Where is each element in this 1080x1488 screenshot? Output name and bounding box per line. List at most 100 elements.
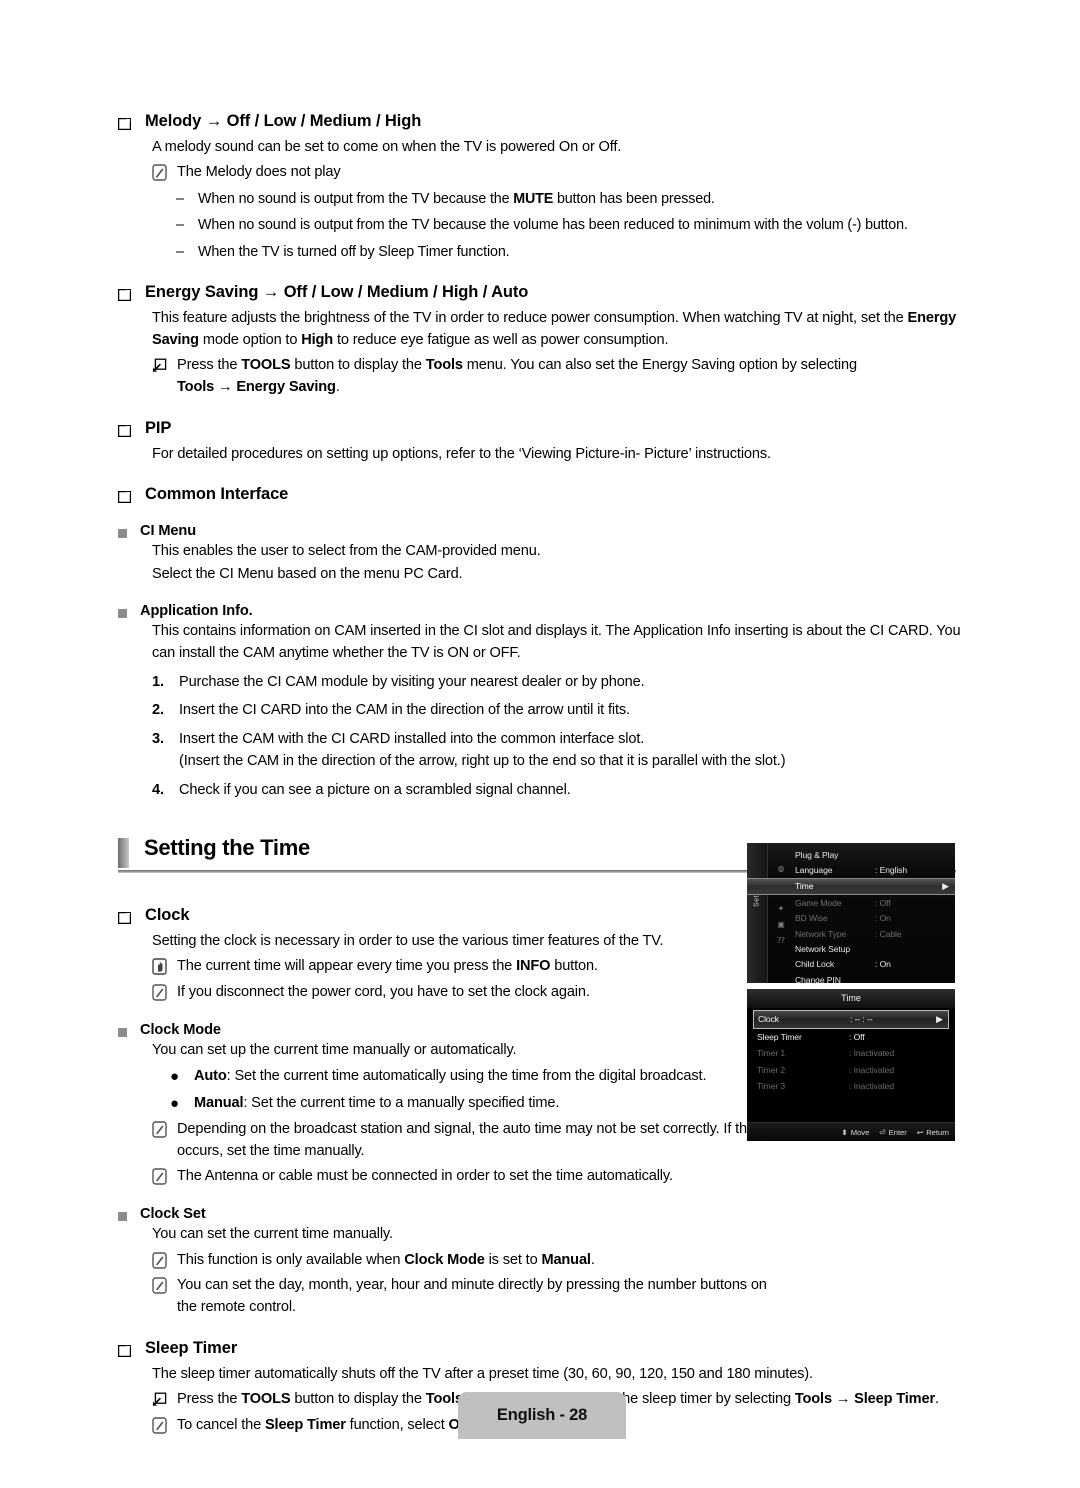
checkbox-bullet-icon — [118, 491, 131, 504]
checkbox-bullet-icon — [118, 289, 131, 302]
enter-key-icon: ⏎ — [879, 1127, 886, 1137]
manual-page: Melody → Off / Low / Medium / High A mel… — [0, 0, 1080, 1488]
osd-row-label: Language — [795, 865, 833, 876]
osd-row-time[interactable]: Time ▶ — [747, 877, 955, 896]
osd-time-rows: Clock : -- : -- ▶ Sleep Timer : Off Time… — [753, 1010, 949, 1095]
osd-time-row-sleep-timer[interactable]: Sleep Timer : Off — [753, 1029, 949, 1046]
heading-pip-label: PIP — [145, 419, 172, 438]
osd-row-label: Child Lock — [795, 959, 835, 970]
heading-clock-label: Clock — [145, 906, 190, 924]
chevron-right-icon: ▶ — [942, 880, 949, 891]
subheading-ci-menu-label: CI Menu — [140, 522, 197, 539]
energy-saving-body: This feature adjusts the brightness of t… — [152, 309, 957, 349]
heading-common-interface: Common Interface — [118, 485, 963, 505]
osd-row-bd-wise[interactable]: BD Wise : On — [795, 911, 951, 926]
ci-menu-line-2: Select the CI Menu based on the menu PC … — [152, 566, 463, 583]
osd-row-game-mode[interactable]: Game Mode : Off — [795, 895, 951, 910]
note-icon — [152, 1121, 167, 1138]
clock-set-intro: You can set the current time manually. — [152, 1226, 393, 1243]
osd-row-label: Plug & Play — [795, 849, 839, 860]
osd-row-language[interactable]: Language : English — [795, 862, 951, 877]
clock-mode-note-1: Depending on the broadcast station and s… — [152, 1119, 772, 1163]
energy-saving-tools-note: Press the TOOLS button to display the To… — [152, 355, 963, 399]
energy-saving-tools-note-text: Press the TOOLS button to display the To… — [177, 357, 857, 396]
osd-row-label: BD Wise — [795, 913, 828, 924]
checkbox-bullet-icon — [118, 912, 131, 924]
osd-time-row-timer-2[interactable]: Timer 2 : Inactivated — [753, 1062, 949, 1079]
osd-row-label: Network Setup — [795, 944, 851, 955]
ci-step-4-number: 4. — [152, 782, 164, 799]
melody-dash-1: – When no sound is output from the TV be… — [176, 189, 963, 210]
menu-icon-game-mode: ✦ — [777, 904, 785, 913]
hand-note-icon — [152, 958, 167, 975]
note-icon — [152, 984, 167, 1001]
melody-dash-2: – When no sound is output from the TV be… — [176, 215, 963, 236]
osd-time-footer: ⬍ Move ⏎ Enter ↩ Return — [747, 1122, 955, 1141]
osd-row-network-type[interactable]: Network Type : Cable — [795, 926, 951, 941]
clock-mode-bullet-auto: ● Auto: Set the current time automatical… — [170, 1066, 790, 1088]
sleep-timer-intro: The sleep timer automatically shuts off … — [152, 1366, 813, 1383]
clock-mode-note-1-text: Depending on the broadcast station and s… — [177, 1120, 758, 1159]
osd-footer-return[interactable]: ↩ Return — [917, 1128, 949, 1137]
osd-row-label: Network Type — [795, 928, 847, 939]
ci-step-2-text: Insert the CI CARD into the CAM in the d… — [179, 702, 630, 719]
clock-mode-bullet-auto-text: Auto: Set the current time automatically… — [194, 1067, 707, 1084]
clock-mode-bullet-manual: ● Manual: Set the current time to a manu… — [170, 1093, 790, 1115]
clock-set-note-2: You can set the day, month, year, hour a… — [152, 1275, 772, 1319]
clock-mode-note-2: The Antenna or cable must be connected i… — [152, 1166, 772, 1188]
osd-row-child-lock[interactable]: Child Lock : On — [795, 957, 951, 972]
osd-time-row-timer-1[interactable]: Timer 1 : Inactivated — [753, 1045, 949, 1062]
melody-dash-1-text: When no sound is output from the TV beca… — [198, 190, 715, 207]
osd-time-menu: Time Clock : -- : -- ▶ Sleep Timer : Off… — [747, 989, 955, 1141]
osd-time-row-label: Timer 3 — [757, 1081, 786, 1092]
return-arrow-icon: ↩ — [916, 1127, 924, 1137]
tools-icon — [152, 1391, 167, 1408]
heading-energy-saving: Energy Saving → Off / Low / Medium / Hig… — [118, 283, 963, 303]
checkbox-bullet-icon — [118, 425, 131, 438]
osd-time-row-clock[interactable]: Clock : -- : -- ▶ — [753, 1010, 949, 1029]
melody-note: The Melody does not play — [152, 162, 963, 184]
osd-time-row-value: : Inactivated — [849, 1064, 895, 1075]
osd-time-row-value: : Inactivated — [849, 1048, 895, 1059]
osd-footer-enter[interactable]: ⏎ Enter — [879, 1128, 907, 1137]
subheading-ci-menu: CI Menu — [118, 523, 963, 539]
section-accent-bar — [118, 838, 129, 868]
melody-dash-2-text: When no sound is output from the TV beca… — [198, 217, 908, 234]
osd-row-change-pin[interactable]: Change PIN — [795, 972, 951, 983]
ci-menu-line-1: This enables the user to select from the… — [152, 542, 541, 559]
osd-row-plug-and-play[interactable]: Plug & Play — [795, 847, 951, 862]
ci-step-2-number: 2. — [152, 702, 164, 719]
clock-power-note-text: If you disconnect the power cord, you ha… — [177, 983, 590, 1000]
osd-footer-move[interactable]: ⬍ Move — [841, 1128, 869, 1137]
osd-row-value: : English — [875, 865, 908, 876]
clock-power-note: If you disconnect the power cord, you ha… — [152, 982, 772, 1004]
osd-setup-rows: Plug & Play Language : English Time ▶ Ga… — [747, 847, 955, 983]
osd-setup-menu: Setup ◍ ⚙ ✦ ▣ ⁇ Plug & Play Language : E… — [747, 843, 955, 983]
heading-sleep-timer: Sleep Timer — [118, 1339, 963, 1359]
checkbox-bullet-icon — [118, 118, 131, 130]
dash-marker: – — [176, 190, 184, 207]
page-number-label: English - 28 — [496, 1406, 588, 1424]
osd-time-row-timer-3[interactable]: Timer 3 : Inactivated — [753, 1078, 949, 1095]
checkbox-bullet-icon — [118, 1345, 131, 1358]
osd-footer-enter-label: Enter — [888, 1127, 907, 1137]
square-bullet-icon — [118, 1027, 127, 1037]
ci-step-3-continuation: (Insert the CAM in the direction of the … — [179, 753, 786, 770]
note-icon — [152, 1417, 167, 1434]
subheading-clock-mode-label: Clock Mode — [140, 1021, 221, 1038]
osd-time-row-value: : -- : -- — [850, 1014, 873, 1025]
osd-row-value: : Off — [875, 897, 891, 908]
note-icon — [152, 164, 167, 181]
menu-icon-language: ◍ — [777, 864, 785, 873]
osd-row-value: : Cable — [875, 928, 902, 939]
clock-set-note-2-text: You can set the day, month, year, hour a… — [177, 1277, 767, 1316]
note-icon — [152, 1277, 167, 1295]
clock-intro: Setting the clock is necessary in order … — [152, 932, 664, 949]
osd-time-title: Time — [747, 989, 955, 1008]
ci-step-3: 3. Insert the CAM with the CI CARD insta… — [152, 729, 963, 773]
ci-step-1-text: Purchase the CI CAM module by visiting y… — [179, 673, 645, 690]
melody-dash-3-text: When the TV is turned off by Sleep Timer… — [198, 243, 510, 260]
osd-row-network-setup[interactable]: Network Setup — [795, 941, 951, 956]
ci-step-3-text: Insert the CAM with the CI CARD installe… — [179, 731, 645, 748]
ci-step-4: 4. Check if you can see a picture on a s… — [152, 780, 963, 802]
